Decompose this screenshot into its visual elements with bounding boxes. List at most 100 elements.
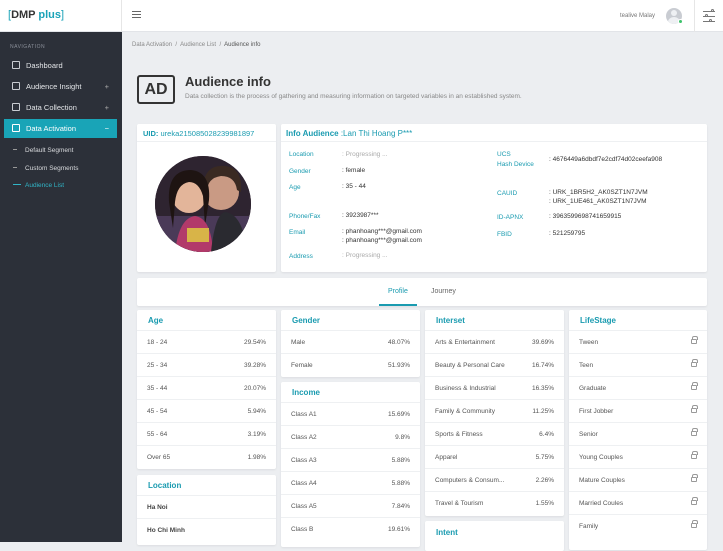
uid-value: ureka215085028239981897 [160, 129, 255, 138]
breadcrumb-audience-list[interactable]: Audience List [180, 42, 216, 48]
hash-device-value: : 4676449a6dbdf7e2cdf74d02ceefa908 [549, 156, 663, 163]
row-value: 2.26% [535, 477, 554, 484]
row-value: 51.93% [387, 362, 410, 369]
sidebar-subitem-audience-list[interactable]: Audience List [13, 182, 64, 189]
age-card: Age 18 - 24 29.54% 25 - 34 39.28% 35 - 44 2… [137, 310, 276, 469]
page-badge: AD [137, 75, 175, 104]
list-item: Tween [569, 330, 707, 353]
row-value: 11.25% [532, 408, 554, 415]
sidebar-subitem-custom-segments[interactable]: Custom Segments [13, 165, 78, 172]
interest-title: Interset [436, 316, 465, 325]
id-apnx-label: ID-APNX [497, 214, 524, 221]
audience-photo [155, 156, 251, 252]
sidebar-item-label: Data Collection [26, 103, 77, 112]
address-label: Address [289, 253, 313, 260]
lock-icon [691, 382, 698, 390]
fbid-value: : 521259795 [549, 230, 586, 237]
list-item: Graduate [569, 376, 707, 399]
gender-title: Gender [292, 316, 321, 325]
table-row: Computers & Consum... 2.26% [425, 468, 564, 491]
chart-icon [12, 82, 20, 90]
table-row: Class A4 5.88% [281, 471, 420, 494]
row-name: Ha Noi [147, 504, 168, 511]
row-name: Ho Chi Minh [147, 527, 185, 534]
row-value: 16.35% [531, 385, 554, 392]
collection-icon [12, 103, 20, 111]
row-value: 29.54% [243, 339, 266, 346]
list-item: Senior [569, 422, 707, 445]
home-icon [12, 61, 20, 69]
logo-bracket-close: ] [61, 9, 65, 21]
age-value: : 35 - 44 [342, 183, 366, 190]
info-title-label: Info Audience [286, 129, 339, 138]
page-title: Audience info [185, 74, 271, 89]
row-value: 5.94% [247, 408, 266, 415]
user-name[interactable]: tealive Malay [620, 13, 655, 19]
menu-toggle-icon[interactable] [132, 11, 141, 18]
row-name: Female [291, 362, 313, 369]
sidebar-item-data-collection[interactable]: Data Collection + [4, 98, 117, 117]
fbid-label: FBID [497, 231, 512, 238]
sidebar-item-audience-insight[interactable]: Audience Insight + [4, 77, 117, 96]
lifestage-title: LifeStage [580, 316, 617, 325]
ucs-label: UCS [497, 151, 511, 158]
gender-value: : female [342, 167, 366, 174]
nav-section-label: NAVIGATION [10, 44, 46, 50]
sidebar: NAVIGATION Dashboard Audience Insight + D… [0, 32, 122, 542]
row-name: Beauty & Personal Care [435, 362, 505, 369]
row-name: Teen [579, 362, 594, 369]
expand-icon: + [104, 103, 109, 112]
row-name: Business & Industrial [435, 385, 496, 392]
lock-icon [691, 405, 698, 413]
table-row: Apparel 5.75% [425, 445, 564, 468]
age-label: Age [289, 184, 301, 191]
row-name: Class A4 [291, 480, 317, 487]
table-row: Class A3 5.88% [281, 448, 420, 471]
row-name: Family & Community [435, 408, 495, 415]
table-row: Class B 19.61% [281, 517, 420, 540]
row-value: 9.8% [395, 434, 410, 441]
settings-sliders-icon[interactable] [694, 0, 723, 32]
sidebar-item-data-activation[interactable]: Data Activation − [4, 119, 117, 138]
sidebar-item-label: Audience Insight [26, 82, 82, 91]
lock-icon [691, 428, 698, 436]
table-row: Travel & Tourism 1.55% [425, 491, 564, 514]
row-value: 3.19% [247, 431, 266, 438]
lock-icon [691, 497, 698, 505]
lifestage-card: LifeStage Tween Teen Graduate First Jobb… [569, 310, 707, 550]
breadcrumb-data-activation[interactable]: Data Activation [132, 42, 172, 48]
gender-label: Gender [289, 168, 311, 175]
expand-icon: + [104, 82, 109, 91]
email-label: Email [289, 229, 306, 236]
lock-icon [691, 474, 698, 482]
row-value: 20.07% [243, 385, 266, 392]
sidebar-item-dashboard[interactable]: Dashboard [4, 56, 117, 75]
app-logo[interactable]: [DMP plus] [0, 0, 122, 32]
row-name: Travel & Tourism [435, 500, 484, 507]
row-value: 39.69% [531, 339, 554, 346]
row-name: Arts & Entertainment [435, 339, 495, 346]
row-value: 1.98% [247, 454, 266, 461]
interest-card: Interset Arts & Entertainment 39.69% Beau… [425, 310, 564, 516]
online-status-dot [678, 19, 683, 24]
hash-device-label: Hash Device [497, 161, 534, 168]
tab-journey[interactable]: Journey [431, 288, 456, 295]
list-item: Married Coules [569, 491, 707, 514]
row-name: Class A5 [291, 503, 317, 510]
row-value: 48.07% [387, 339, 410, 346]
list-item: Young Couples [569, 445, 707, 468]
info-title-value: :Lan Thi Hoang P*** [340, 129, 413, 138]
income-card: Income Class A1 15.69% Class A2 9.8% Class… [281, 382, 420, 547]
sidebar-subitem-default-segment[interactable]: Default Segment [13, 147, 73, 154]
row-name: 18 - 24 [147, 339, 168, 346]
list-item: Teen [569, 353, 707, 376]
tab-profile[interactable]: Profile [388, 288, 408, 295]
row-name: Class A3 [291, 457, 317, 464]
row-value: 15.69% [387, 411, 410, 418]
row-name: Married Coules [579, 500, 624, 507]
row-value: 5.88% [391, 457, 410, 464]
intent-title: Intent [436, 528, 458, 537]
table-row: Sports & Fitness 6.4% [425, 422, 564, 445]
lock-icon [691, 359, 698, 367]
table-row: 45 - 54 5.94% [137, 399, 276, 422]
